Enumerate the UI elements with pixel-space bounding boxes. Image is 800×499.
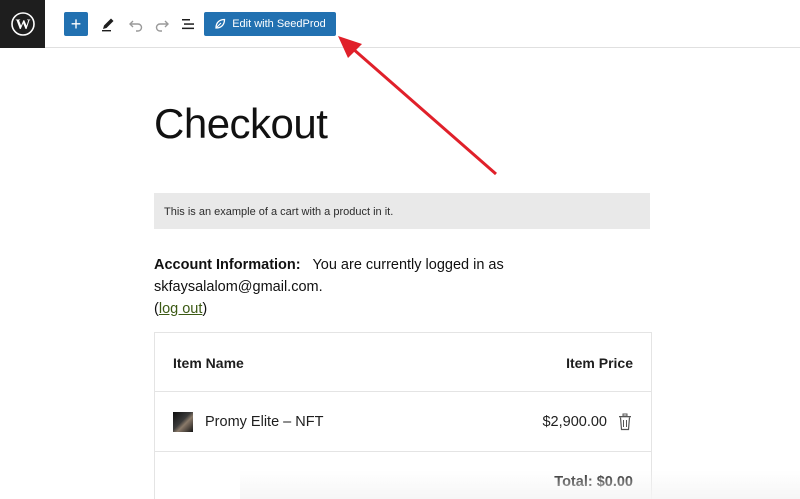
redo-icon (155, 20, 169, 32)
add-block-button[interactable]: + (64, 12, 88, 36)
product-thumbnail (173, 412, 193, 432)
list-view-icon (182, 19, 194, 30)
cart-notice[interactable]: This is an example of a cart with a prod… (154, 193, 650, 229)
account-information: Account Information: You are currently l… (154, 254, 654, 320)
svg-text:W: W (15, 17, 30, 33)
item-name-header: Item Name (173, 355, 244, 371)
close-paren: ) (202, 301, 208, 317)
cart-table: Item Name Item Price Promy Elite – NFT $… (154, 332, 652, 499)
cart-header-row: Item Name Item Price (155, 333, 651, 392)
seedprod-button-label: Edit with SeedProd (232, 18, 326, 30)
account-label: Account Information: (154, 257, 301, 273)
edit-with-seedprod-button[interactable]: Edit with SeedProd (204, 12, 336, 36)
wordpress-logo-icon[interactable]: W (0, 0, 45, 48)
logout-link[interactable]: log out (159, 301, 203, 317)
cart-total-row: Total: $0.00 (155, 452, 651, 499)
product-price: $2,900.00 (542, 414, 607, 430)
cart-item-row: Promy Elite – NFT $2,900.00 (155, 392, 651, 452)
cart-total: Total: $0.00 (554, 474, 633, 490)
redo-button[interactable] (150, 12, 174, 36)
seedprod-leaf-icon (215, 18, 226, 29)
list-view-button[interactable] (176, 12, 200, 36)
plus-icon: + (70, 14, 82, 34)
tools-button[interactable] (96, 12, 120, 36)
pencil-icon (102, 18, 114, 32)
undo-icon (129, 20, 143, 32)
trash-icon[interactable] (617, 413, 633, 431)
product-name[interactable]: Promy Elite – NFT (205, 414, 323, 430)
editor-toolbar: W + Edit with SeedProd (0, 0, 800, 48)
undo-button[interactable] (124, 12, 148, 36)
item-price-header: Item Price (566, 355, 633, 371)
page-title[interactable]: Checkout (154, 100, 328, 148)
